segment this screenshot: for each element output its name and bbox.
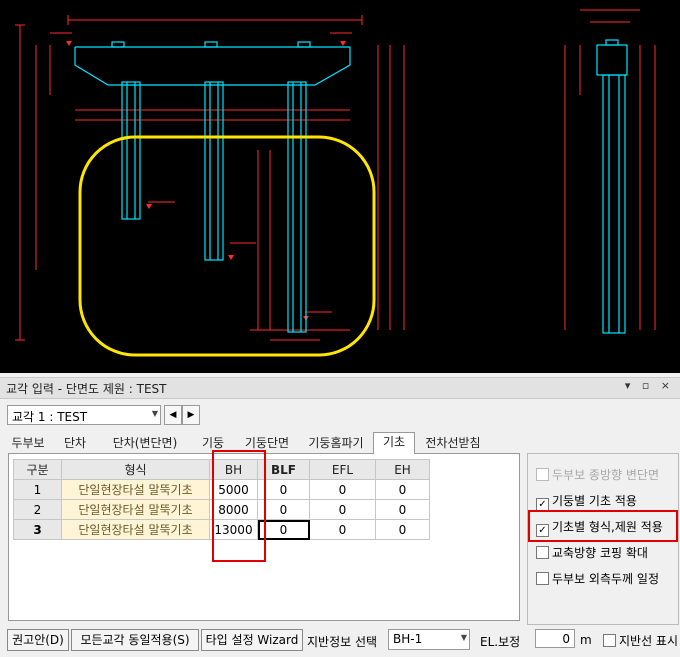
option-label: 교축방향 코핑 확대 [552,546,648,560]
panel-title: 교각 입력 - 단면도 제원 : TEST [6,382,167,396]
grid-header-row: 구분 형식 BH BLF EFL EH [13,459,430,480]
checkbox-checked-icon: ✓ [536,524,549,537]
foundation-type-cell[interactable]: 단일현장타설 말뚝기초 [61,519,210,540]
apply-all-piers-button[interactable]: 모든교각 동일적용(S) [71,629,199,651]
el-correction-label: EL.보정 [480,635,521,649]
checkbox-icon [536,546,549,559]
checkbox-icon [536,572,549,585]
ground-info-value: BH-1 [393,632,423,646]
ground-line-label: 지반선 표시 [619,634,679,648]
option-foundation-spec[interactable]: ✓ 기초별 형식,제원 적용 [536,518,663,537]
ground-info-label: 지반정보 선택 [307,635,378,649]
col-header-efl: EFL [309,459,376,480]
option-label: 기초별 형식,제원 적용 [552,520,663,534]
options-group: 두부보 종방향 변단면 ✓ 기둥별 기초 적용 ✓ 기초별 형식,제원 적용 교축방… [527,453,679,625]
blf-cell[interactable]: 0 [257,499,310,520]
blf-cell[interactable]: 0 [257,479,310,500]
col-header-blf: BLF [257,459,310,480]
efl-cell[interactable]: 0 [309,519,376,540]
bh-cell[interactable]: 5000 [209,479,258,500]
panel-title-bar[interactable]: 교각 입력 - 단면도 제원 : TEST ▾ ▫ × [0,377,680,399]
option-cap-longitudinal-variable[interactable]: 두부보 종방향 변단면 [536,466,659,482]
bh-cell[interactable]: 13000 [209,519,258,540]
option-coping-extend[interactable]: 교축방향 코핑 확대 [536,544,648,560]
row-number[interactable]: 1 [13,479,62,500]
window-controls[interactable]: ▾ ▫ × [625,379,674,392]
tab-column-groove[interactable]: 기둥홈파기 [301,434,371,452]
eh-cell[interactable]: 0 [375,519,430,540]
table-row[interactable]: 2 단일현장타설 말뚝기초 8000 0 0 0 [13,499,430,520]
pier-structure [74,39,628,334]
checkbox-checked-icon: ✓ [536,498,549,511]
foundation-type-cell[interactable]: 단일현장타설 말뚝기초 [61,499,210,520]
eh-cell[interactable]: 0 [375,499,430,520]
prev-pier-button[interactable]: ◀ [164,405,182,425]
tab-step-variable[interactable]: 단차(변단면) [105,434,185,452]
option-label: 기둥별 기초 적용 [552,494,637,508]
checkbox-icon [536,468,549,481]
el-unit-label: m [580,633,592,647]
eh-cell[interactable]: 0 [375,479,430,500]
row-number[interactable]: 3 [13,519,62,540]
pier-input-panel: 교각 입력 - 단면도 제원 : TEST ▾ ▫ × 교각 1 : TEST … [0,373,680,657]
section-tabs: 두부보 단차 단차(변단면) 기둥 기둥단면 기둥홈파기 기초 전차선받침 [8,432,520,454]
cad-drawing-canvas[interactable] [0,0,680,373]
pier-section-drawing [15,9,656,357]
col-header-type: 형식 [61,459,210,480]
foundation-tab-content: 구분 형식 BH BLF EFL EH 1 단일현장타설 말뚝기초 5000 0… [8,450,520,621]
pier-select[interactable]: 교각 1 : TEST ▼ [7,405,161,425]
recommend-button[interactable]: 권고안(D) [7,629,69,651]
tab-cap-beam[interactable]: 두부보 [8,434,48,452]
level-markers [66,41,346,321]
highlight-loop [78,135,376,357]
option-cap-thickness-uniform[interactable]: 두부보 외측두께 일정 [536,570,659,586]
bh-cell[interactable]: 8000 [209,499,258,520]
foundation-type-cell[interactable]: 단일현장타설 말뚝기초 [61,479,210,500]
row-number[interactable]: 2 [13,499,62,520]
pier-select-value: 교각 1 : TEST [12,410,88,424]
ground-line-toggle[interactable]: 지반선 표시 [603,632,678,648]
col-header-eh: EH [375,459,430,480]
col-header-no: 구분 [13,459,62,480]
tab-column-section[interactable]: 기둥단면 [236,434,298,452]
option-column-foundation[interactable]: ✓ 기둥별 기초 적용 [536,492,637,511]
efl-cell[interactable]: 0 [309,499,376,520]
option-label: 두부보 종방향 변단면 [552,468,659,482]
table-row[interactable]: 1 단일현장타설 말뚝기초 5000 0 0 0 [13,479,430,500]
table-row[interactable]: 3 단일현장타설 말뚝기초 13000 0 0 0 [13,519,430,540]
next-pier-button[interactable]: ▶ [182,405,200,425]
tab-catenary-bearing[interactable]: 전차선받침 [418,434,488,452]
efl-cell[interactable]: 0 [309,479,376,500]
col-header-bh: BH [209,459,258,480]
option-label: 두부보 외측두께 일정 [552,572,659,586]
type-wizard-button[interactable]: 타입 설정 Wizard [201,629,303,651]
el-correction-input[interactable]: 0 [535,629,575,648]
foundation-grid: 구분 형식 BH BLF EFL EH 1 단일현장타설 말뚝기초 5000 0… [13,459,430,540]
bottom-toolbar: 권고안(D) 모든교각 동일적용(S) 타입 설정 Wizard 지반정보 선택… [0,627,680,653]
dimension-lines [15,9,656,356]
tab-foundation[interactable]: 기초 [373,432,415,454]
tab-step[interactable]: 단차 [55,434,95,452]
blf-cell-selected[interactable]: 0 [257,519,310,540]
chevron-down-icon: ▼ [151,409,158,418]
ground-info-select[interactable]: BH-1 ▼ [388,629,470,650]
tab-column[interactable]: 기둥 [195,434,231,452]
checkbox-icon [603,634,616,647]
chevron-down-icon: ▼ [460,633,467,642]
